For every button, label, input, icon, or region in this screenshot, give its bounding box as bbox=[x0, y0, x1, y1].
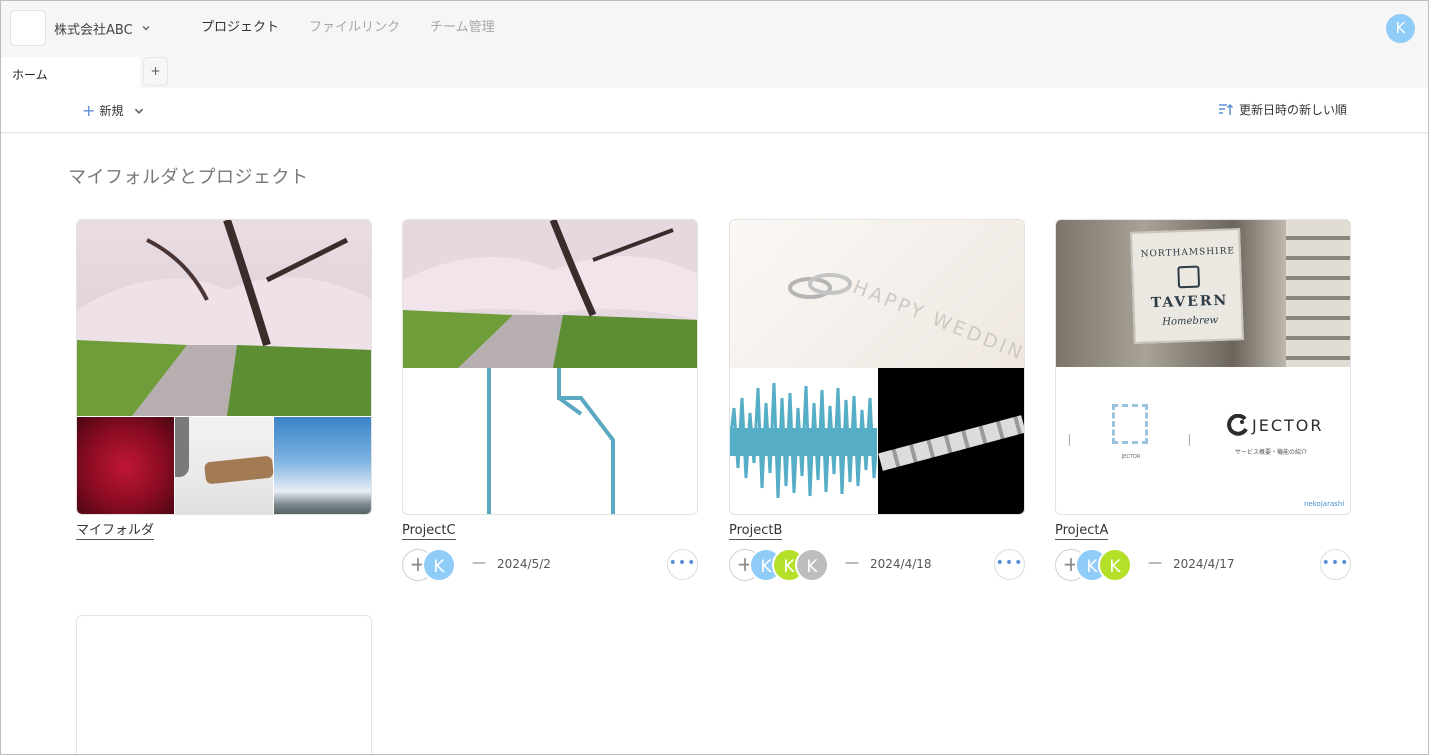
beer-mug-icon bbox=[1177, 265, 1201, 289]
member-avatar[interactable]: K bbox=[1098, 548, 1132, 582]
brand-mark: nekojarashi bbox=[1304, 500, 1345, 508]
card-title[interactable]: マイフォルダ bbox=[76, 523, 155, 540]
updated-date: 2024/4/18 bbox=[870, 557, 932, 571]
section-title: マイフォルダとプロジェクト bbox=[68, 167, 309, 188]
still-life-image bbox=[175, 417, 274, 514]
updated-date: 2024/5/2 bbox=[497, 557, 551, 571]
project-thumbnail[interactable]: HAPPY WEDDING bbox=[729, 219, 1025, 515]
jector-logo-icon bbox=[1227, 414, 1248, 436]
sky-image bbox=[274, 417, 371, 514]
more-options-button[interactable]: ••• bbox=[1320, 549, 1351, 580]
user-avatar[interactable]: K bbox=[1386, 14, 1415, 43]
project-thumbnail[interactable]: NORTHAMSHIRE TAVERN Homebrew JECTOR JECT… bbox=[1055, 219, 1351, 515]
card-title[interactable]: ProjectB bbox=[729, 523, 783, 540]
jector-title: JECTOR bbox=[1252, 416, 1324, 435]
sort-icon bbox=[1219, 103, 1234, 115]
chevron-down-icon bbox=[142, 26, 150, 31]
cherry-blossom-image bbox=[403, 220, 697, 368]
folder-thumbnail[interactable] bbox=[76, 219, 372, 515]
tavern-text: NORTHAMSHIRE bbox=[1140, 246, 1236, 260]
tab-strip: ホーム + bbox=[0, 57, 168, 88]
wedding-image: HAPPY WEDDING bbox=[730, 220, 1024, 372]
toolbar: + 新規 更新日時の新しい順 bbox=[0, 88, 1429, 133]
tab-home[interactable]: ホーム bbox=[0, 57, 140, 88]
org-name: 株式会社ABC bbox=[54, 22, 133, 38]
new-button-label: 新規 bbox=[99, 104, 124, 118]
tavern-sign-image: NORTHAMSHIRE TAVERN Homebrew bbox=[1056, 220, 1350, 367]
top-bar: 株式会社ABC プロジェクト ファイルリンク チーム管理 K ホーム + bbox=[0, 0, 1429, 88]
document-file-icon bbox=[487, 368, 615, 514]
sort-button[interactable]: 更新日時の新しい順 bbox=[1218, 101, 1347, 118]
card-title[interactable]: ProjectC bbox=[402, 523, 456, 540]
separator: — bbox=[845, 555, 859, 571]
project-thumbnail[interactable] bbox=[402, 219, 698, 515]
card-meta: + K K — 2024/4/17 ••• bbox=[1055, 548, 1351, 582]
tavern-text: TAVERN bbox=[1150, 292, 1229, 312]
card-meta: + K — 2024/5/2 ••• bbox=[402, 548, 698, 582]
nav-team-management[interactable]: チーム管理 bbox=[415, 18, 510, 38]
sort-label: 更新日時の新しい順 bbox=[1239, 103, 1348, 117]
plus-icon: + bbox=[82, 100, 96, 120]
jector-small-text: JECTOR bbox=[1121, 454, 1141, 460]
org-switcher[interactable]: 株式会社ABC bbox=[10, 10, 151, 46]
card-title[interactable]: ProjectA bbox=[1055, 523, 1109, 540]
card-meta: + K K K — 2024/4/18 ••• bbox=[729, 548, 1025, 582]
rose-image bbox=[77, 417, 174, 514]
member-avatar[interactable]: K bbox=[422, 548, 456, 582]
chevron-down-icon bbox=[135, 108, 144, 114]
updated-date: 2024/4/17 bbox=[1173, 557, 1235, 571]
nav-file-links[interactable]: ファイルリンク bbox=[294, 18, 415, 38]
more-options-button[interactable]: ••• bbox=[667, 549, 698, 580]
empty-card-placeholder[interactable] bbox=[76, 615, 372, 755]
separator: — bbox=[1148, 555, 1162, 571]
jector-subtitle: サービス概要・機能の紹介 bbox=[1234, 449, 1307, 456]
add-tab-button[interactable]: + bbox=[143, 57, 168, 86]
main-nav: プロジェクト ファイルリンク チーム管理 bbox=[186, 18, 510, 38]
3d-text-image bbox=[878, 368, 1024, 514]
new-button[interactable]: + 新規 bbox=[82, 102, 145, 119]
more-options-button[interactable]: ••• bbox=[994, 549, 1025, 580]
audio-waveform-image bbox=[730, 368, 877, 514]
tavern-text: Homebrew bbox=[1162, 314, 1219, 328]
jector-slides-image: JECTOR JECTOR サービス概要・機能の紹介 nekojarashi bbox=[1056, 368, 1350, 514]
nav-projects[interactable]: プロジェクト bbox=[186, 18, 294, 38]
member-avatar[interactable]: K bbox=[795, 548, 829, 582]
jector-logo-icon bbox=[1112, 404, 1148, 444]
separator: — bbox=[472, 555, 486, 571]
org-logo-icon bbox=[10, 10, 46, 46]
